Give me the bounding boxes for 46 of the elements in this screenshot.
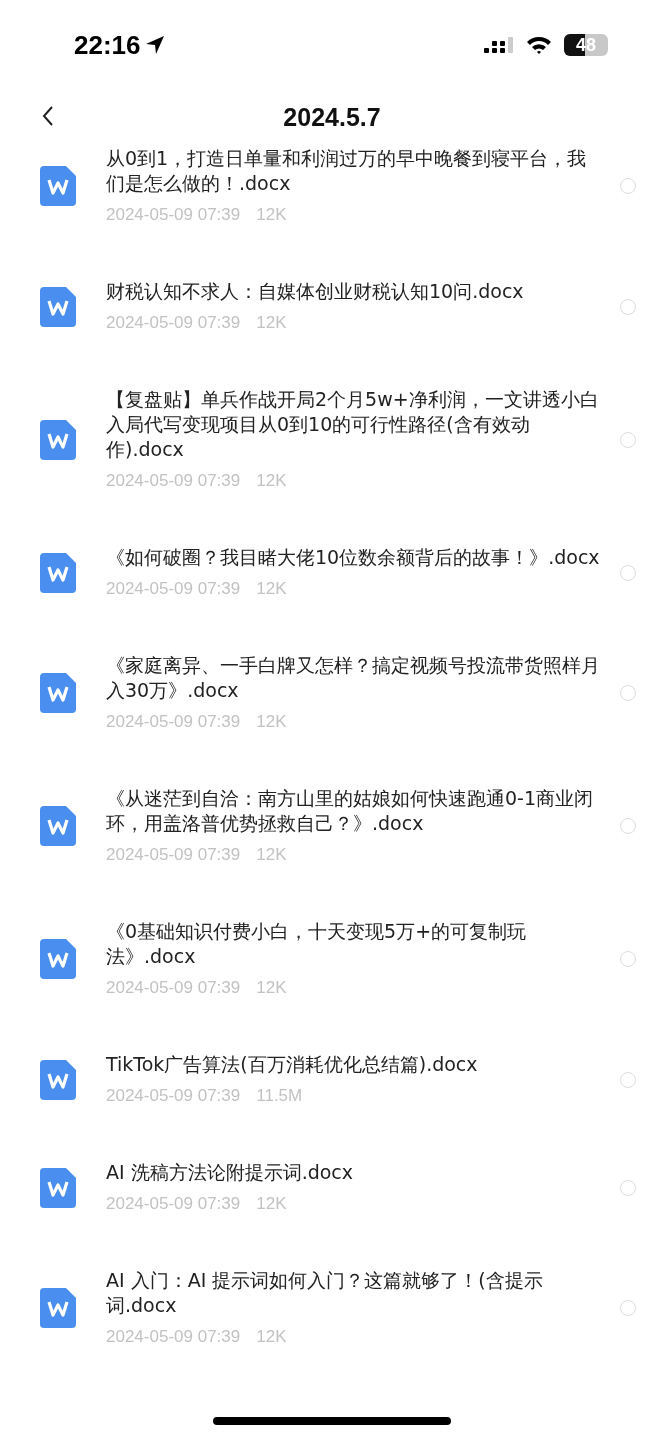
word-document-icon — [40, 939, 76, 979]
file-name[interactable]: 《从迷茫到自洽：南方山里的姑娘如何快速跑通0-1商业闭环，用盖洛普优势拯救自己？》.docx — [106, 786, 600, 836]
file-date: 2024-05-09 07:39 — [106, 977, 241, 999]
word-document-icon — [40, 673, 76, 713]
file-date: 2024-05-09 07:39 — [106, 844, 241, 866]
file-name[interactable]: 《0基础知识付费小白，十天变现5万+的可复制玩法》.docx — [106, 919, 600, 969]
file-date: 2024-05-09 07:39 — [106, 1085, 241, 1107]
signal-icon — [484, 35, 514, 55]
file-size: 12K — [256, 1326, 287, 1348]
file-name[interactable]: 【复盘贴】单兵作战开局2个月5w+净利润，一文讲透小白入局代写变现项目从0到10的可行性路径(含有效动作).docx — [106, 387, 600, 462]
status-time: 22:16 — [74, 29, 141, 61]
file-size: 12K — [256, 1193, 287, 1215]
file-date: 2024-05-09 07:39 — [106, 711, 241, 733]
file-size: 11.5M — [256, 1085, 303, 1107]
file-size: 12K — [256, 977, 287, 999]
file-size: 12K — [256, 312, 287, 334]
file-name[interactable]: AI 入门：AI 提示词如何入门？这篇就够了！(含提示词.docx — [106, 1268, 600, 1318]
word-document-icon — [40, 166, 76, 206]
word-document-icon — [40, 552, 76, 593]
file-name[interactable]: 《家庭离异、一手白牌又怎样？搞定视频号投流带货照样月入30万》.docx — [106, 653, 600, 703]
word-document-icon — [40, 286, 76, 327]
file-date: 2024-05-09 07:39 — [106, 312, 241, 334]
file-date: 2024-05-09 07:39 — [106, 470, 241, 492]
file-date: 2024-05-09 07:39 — [106, 1326, 241, 1348]
file-date: 2024-05-09 07:39 — [106, 1193, 241, 1215]
back-icon[interactable] — [42, 105, 54, 127]
word-document-icon — [40, 806, 76, 846]
word-document-icon — [40, 419, 76, 460]
file-size: 12K — [256, 204, 287, 226]
file-name[interactable]: 财税认知不求人：自媒体创业财税认知10问.docx — [106, 279, 600, 304]
file-date: 2024-05-09 07:39 — [106, 204, 241, 226]
page-title: 2024.5.7 — [283, 102, 381, 132]
file-size: 12K — [256, 711, 287, 733]
location-arrow-icon — [144, 35, 165, 55]
word-document-icon — [40, 1288, 76, 1328]
file-name[interactable]: AI 洗稿方法论附提示词.docx — [106, 1160, 600, 1185]
file-name[interactable]: 从0到1，打造日单量和利润过万的早中晚餐到寝平台，我们是怎么做的！.docx — [106, 146, 600, 196]
word-document-icon — [40, 1167, 76, 1208]
file-date: 2024-05-09 07:39 — [106, 578, 241, 600]
file-size: 12K — [256, 844, 287, 866]
file-size: 12K — [256, 578, 287, 600]
file-name[interactable]: 《如何破圈？我目睹大佬10位数余额背后的故事！》.docx — [106, 545, 600, 570]
file-size: 12K — [256, 470, 287, 492]
word-document-icon — [40, 1059, 76, 1100]
file-name[interactable]: TikTok广告算法(百万消耗优化总结篇).docx — [106, 1052, 600, 1077]
wifi-icon — [526, 35, 552, 55]
